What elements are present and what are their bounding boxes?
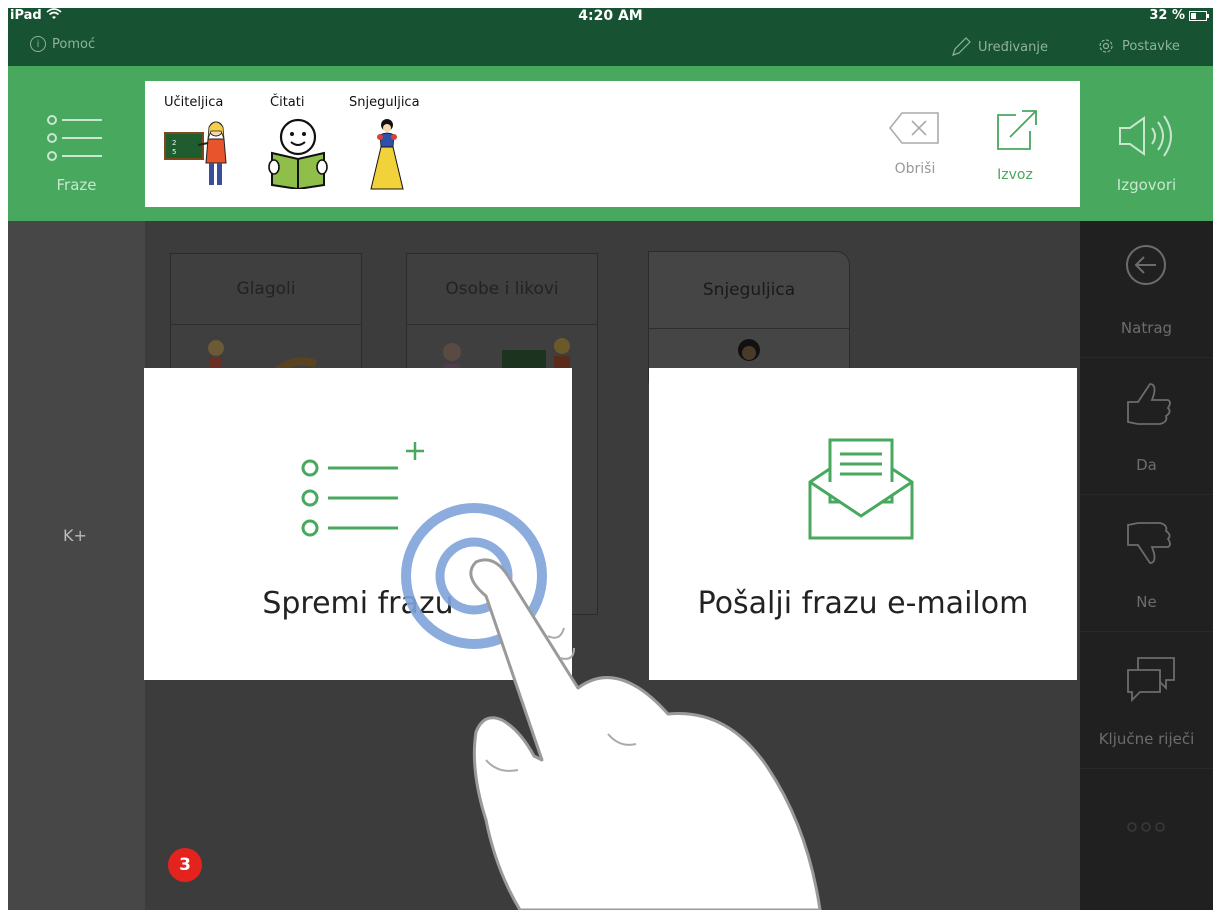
tap-gesture-overlay <box>401 503 822 910</box>
pointing-hand-icon <box>469 558 822 910</box>
app-frame: iPad 4:20 AM 32 % i Pomoć Uređivanje Pos… <box>8 8 1213 910</box>
